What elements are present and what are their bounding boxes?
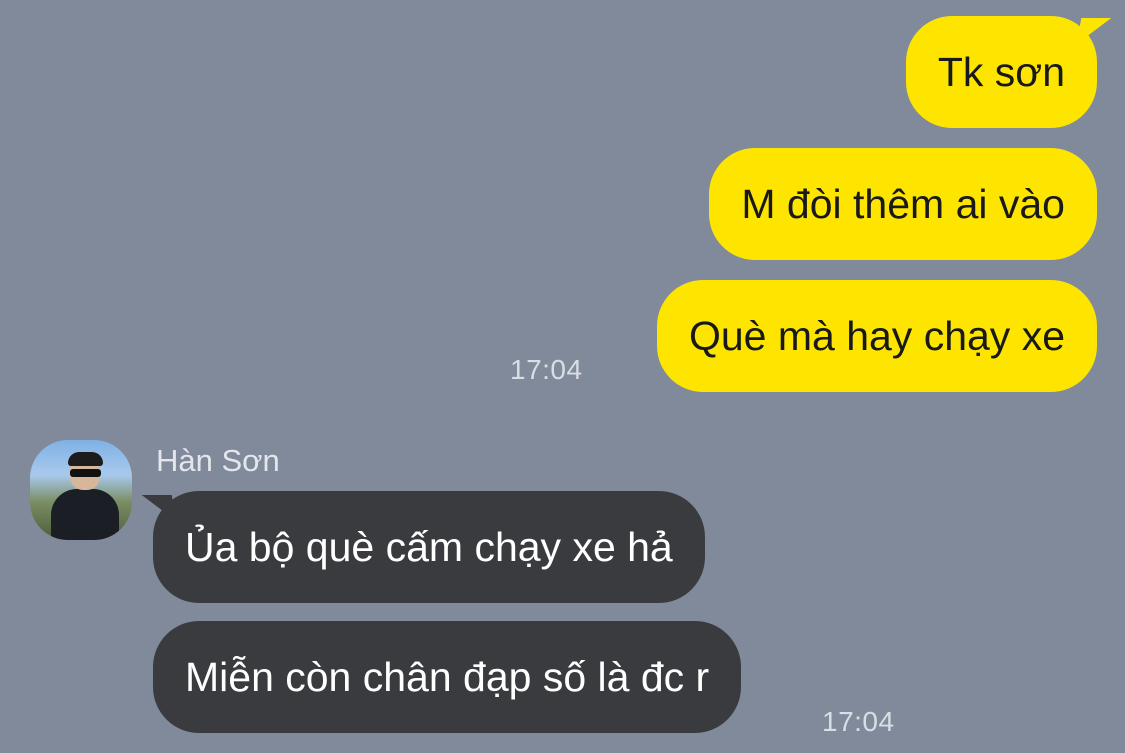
avatar-glasses-shape: [70, 469, 101, 477]
incoming-message[interactable]: Ủa bộ què cấm chạy xe hả: [153, 491, 705, 603]
chat-conversation: Tk sơn M đòi thêm ai vào Què mà hay chạy…: [0, 0, 1125, 753]
avatar-body-shape: [51, 489, 119, 540]
incoming-message[interactable]: Miễn còn chân đạp số là đc r: [153, 621, 742, 733]
incoming-timestamp: 17:04: [822, 706, 895, 737]
outgoing-timestamp: 17:04: [510, 354, 583, 385]
outgoing-message[interactable]: M đòi thêm ai vào: [709, 148, 1097, 260]
sender-name: Hàn Sơn: [156, 443, 280, 478]
avatar[interactable]: [30, 440, 132, 540]
outgoing-message[interactable]: Tk sơn: [905, 16, 1097, 128]
outgoing-message[interactable]: Què mà hay chạy xe: [656, 280, 1097, 392]
avatar-cap-shape: [68, 452, 103, 466]
